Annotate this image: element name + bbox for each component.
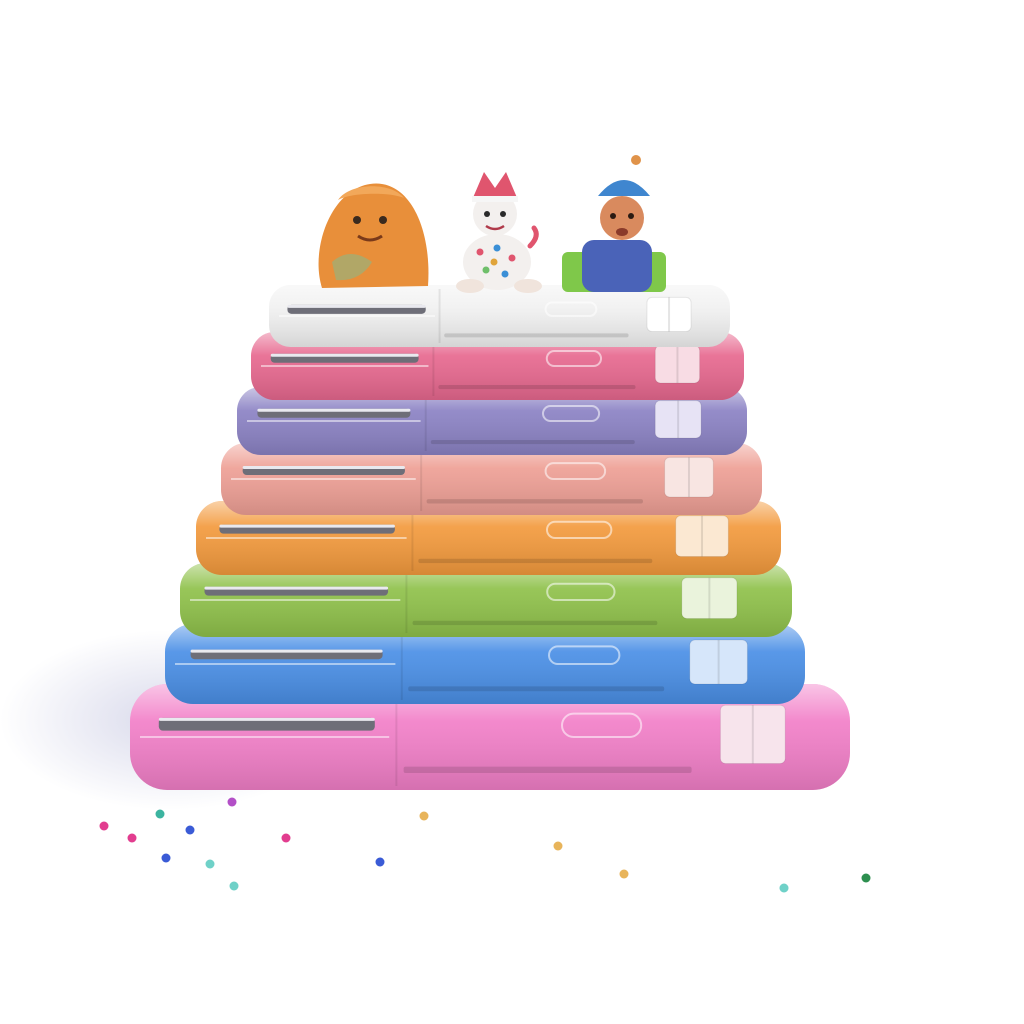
boy-mouth [616, 228, 628, 236]
confetti-dot [155, 809, 165, 819]
scene-canvas [0, 0, 1024, 1024]
blob-eye-left [353, 216, 361, 224]
snowman-eye-left [484, 211, 490, 217]
confetti-dot [553, 841, 563, 851]
pencil-case-white [269, 285, 730, 347]
boy-eye-left [610, 213, 616, 219]
case-print-band [426, 499, 643, 504]
snowman-hat-band [472, 196, 518, 202]
case-print-band [403, 766, 692, 774]
snowman-dot [482, 266, 490, 274]
confetti-dot [619, 869, 629, 879]
snowman-foot-right [514, 279, 542, 293]
confetti-dot [127, 833, 137, 843]
boy-body [582, 240, 652, 292]
case-clip-shine [287, 304, 426, 308]
confetti-dot [779, 883, 789, 893]
snowman-dot [508, 254, 516, 262]
case-clip-shine [219, 524, 395, 528]
case-print-band [438, 385, 636, 390]
case-print-band [418, 558, 653, 564]
confetti-dot [861, 873, 871, 883]
confetti-dot [375, 857, 385, 867]
confetti-dot [185, 825, 195, 835]
confetti-dot [205, 859, 215, 869]
boy-eye-right [628, 213, 634, 219]
case-clip-shine [158, 717, 375, 721]
case-print-band [408, 686, 665, 692]
confetti-dot [419, 811, 429, 821]
snowman-dot [490, 258, 498, 266]
snowman-dot [493, 244, 501, 252]
case-print-band [412, 620, 658, 626]
confetti-dot [281, 833, 291, 843]
snowman-eye-right [500, 211, 506, 217]
case-clip-shine [270, 353, 419, 357]
boy-beanie-pom [631, 155, 641, 165]
case-clip-shine [190, 649, 383, 653]
case-print-band [430, 440, 635, 445]
confetti-dot [229, 881, 239, 891]
snowman-dot [501, 270, 509, 278]
snowman-dot [476, 248, 484, 256]
case-print-band [444, 333, 629, 338]
case-clip-shine [257, 408, 411, 412]
case-clip-shine [242, 466, 405, 470]
blob-eye-right [379, 216, 387, 224]
confetti-dot [227, 797, 237, 807]
confetti-dot [161, 853, 171, 863]
case-clip-shine [204, 586, 389, 590]
snowman-foot-left [456, 279, 484, 293]
confetti-dot [99, 821, 109, 831]
